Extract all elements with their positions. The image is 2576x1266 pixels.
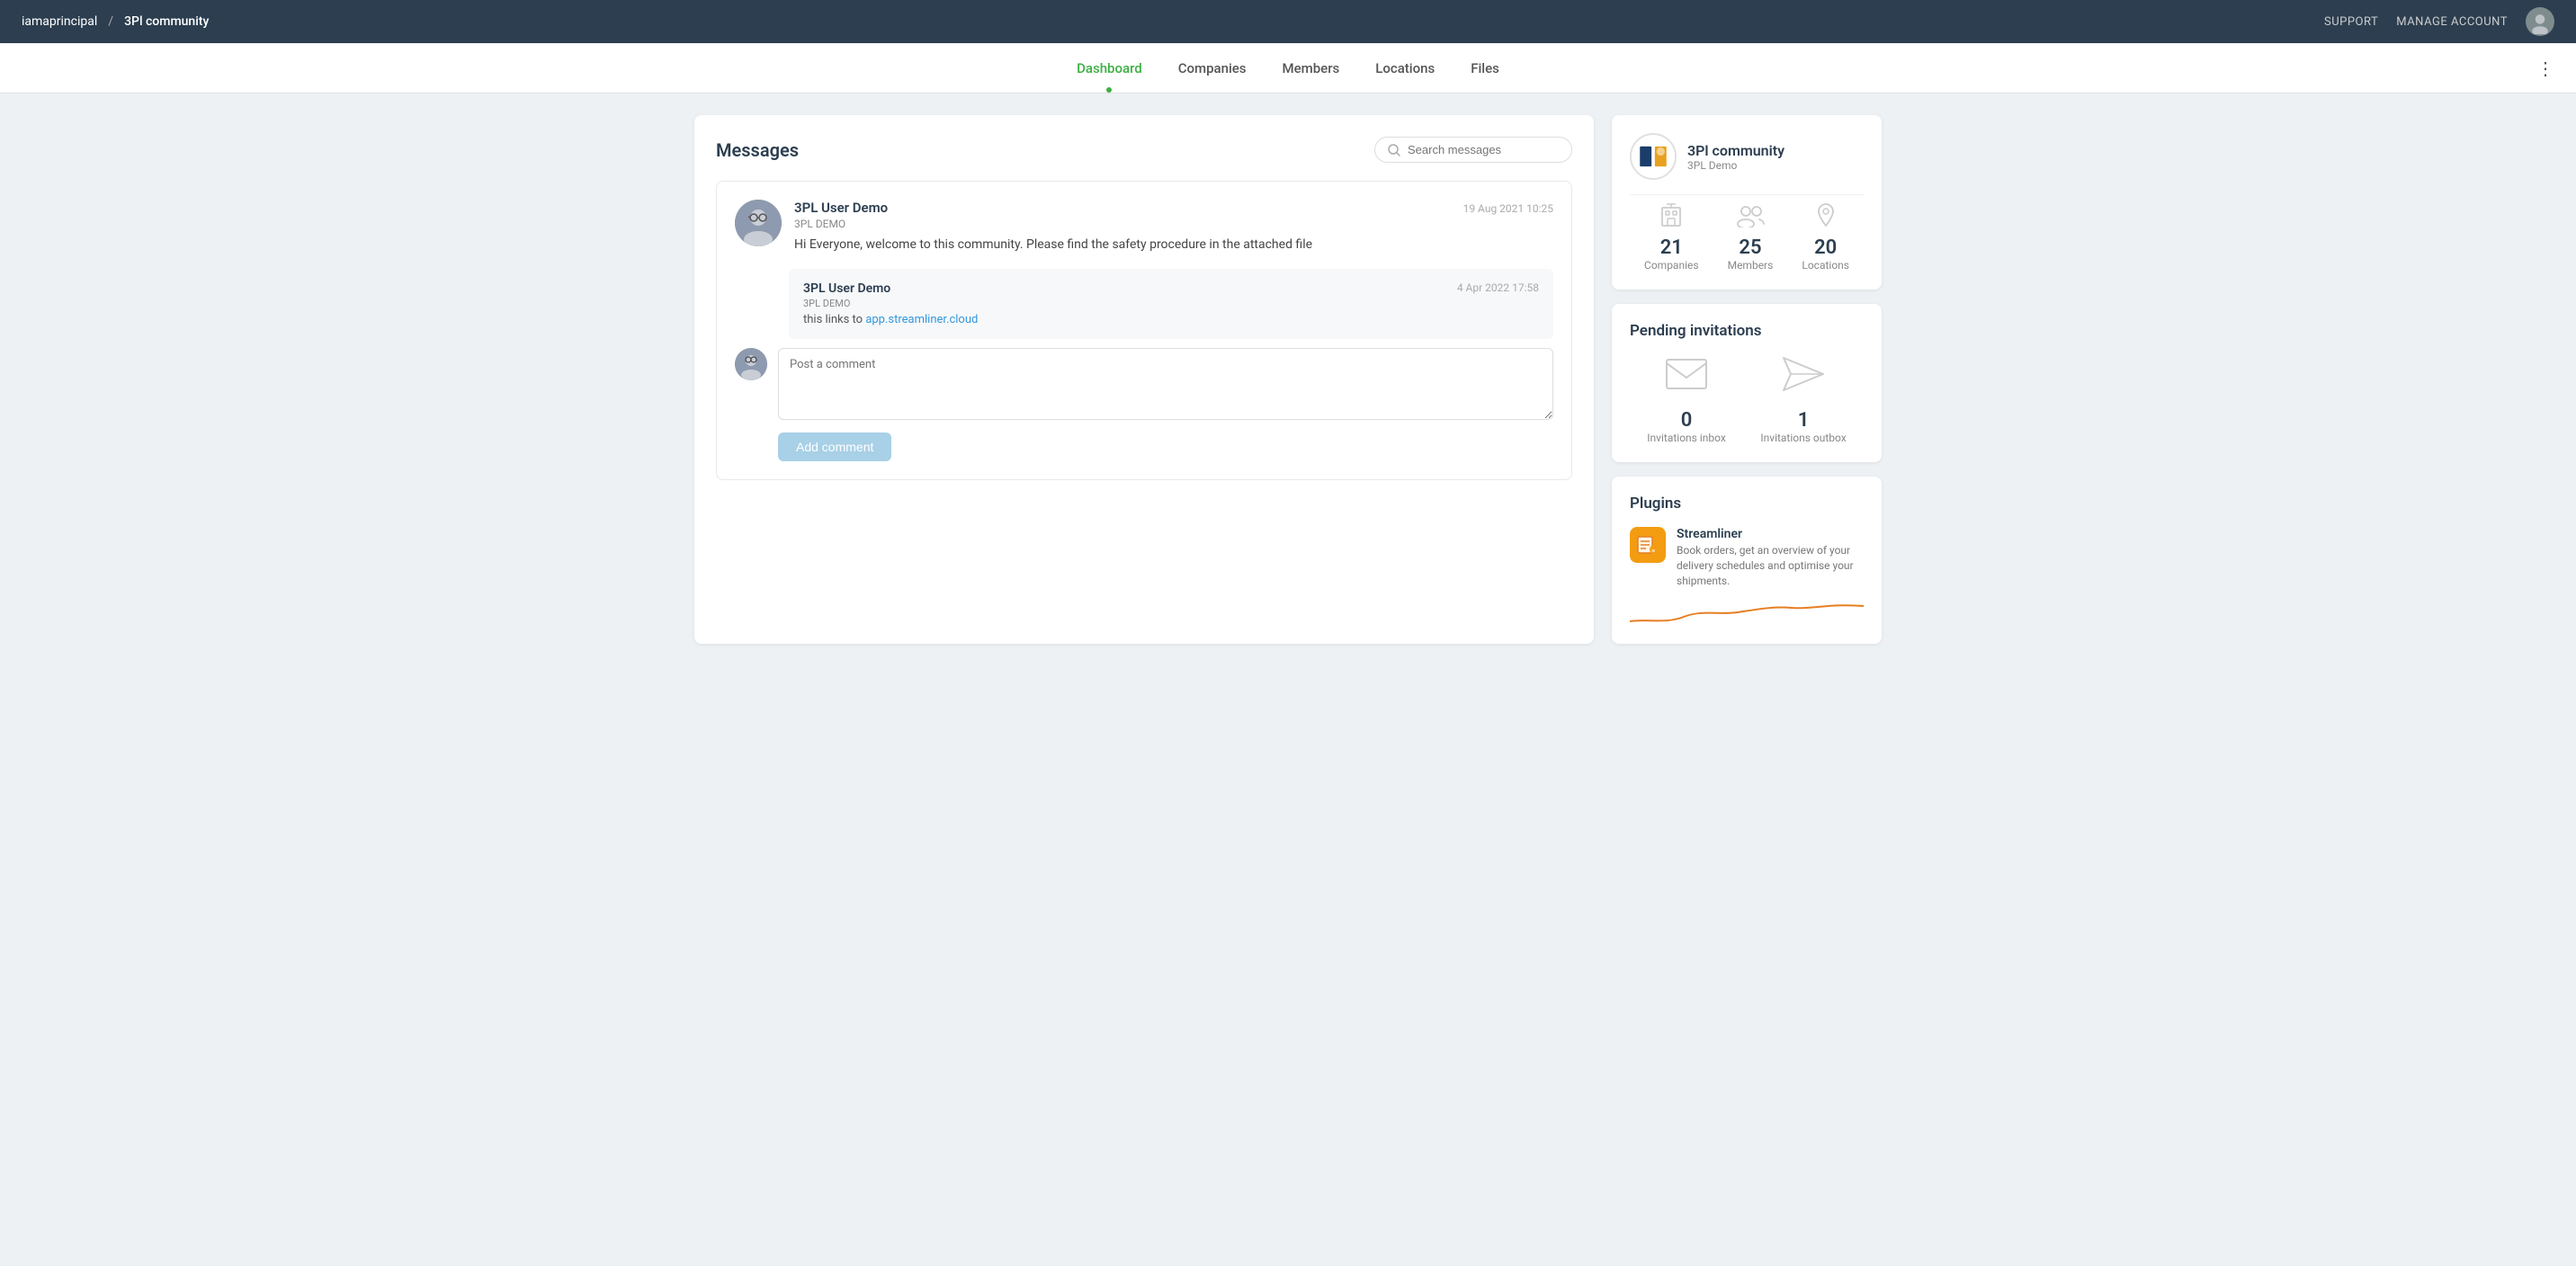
- manage-account-link[interactable]: MANAGE ACCOUNT: [2396, 15, 2508, 29]
- nav-item-files[interactable]: Files: [1471, 46, 1499, 91]
- reply-timestamp: 4 Apr 2022 17:58: [1457, 281, 1539, 296]
- companies-count: 21: [1644, 236, 1699, 259]
- reply-company: 3PL DEMO: [803, 298, 1539, 309]
- message-timestamp: 19 Aug 2021 10:25: [1463, 202, 1553, 215]
- right-sidebar: 3Pl community 3PL Demo: [1612, 115, 1882, 644]
- more-menu-button[interactable]: ⋮: [2536, 58, 2554, 79]
- commenter-avatar: [735, 348, 767, 380]
- reply-author-name: 3PL User Demo: [803, 281, 890, 296]
- plugin-description: Book orders, get an overview of your del…: [1677, 543, 1864, 588]
- plugins-card: Plugins ≡ Streamliner Book orders,: [1612, 477, 1882, 644]
- stat-companies: 21 Companies: [1644, 202, 1699, 272]
- locations-icon: [1802, 202, 1849, 233]
- reply-link[interactable]: app.streamliner.cloud: [865, 313, 978, 326]
- stat-locations: 20 Locations: [1802, 202, 1849, 272]
- community-logo: [1630, 133, 1677, 180]
- message-thread: 3PL User Demo 19 Aug 2021 10:25 3PL DEMO…: [716, 181, 1572, 480]
- add-comment-button[interactable]: Add comment: [778, 432, 891, 461]
- comment-textarea[interactable]: [778, 348, 1553, 420]
- inbox-label: Invitations inbox: [1647, 432, 1726, 444]
- inbox-icon: [1647, 354, 1726, 402]
- message-meta: 3PL User Demo 19 Aug 2021 10:25: [794, 200, 1553, 216]
- search-box[interactable]: [1374, 137, 1572, 163]
- invitations-row: 0 Invitations inbox 1 Invitations outbox: [1630, 354, 1864, 444]
- community-name-text: 3Pl community: [1687, 142, 1784, 159]
- locations-label: Locations: [1802, 259, 1849, 272]
- topbar-right: SUPPORT MANAGE ACCOUNT: [2324, 7, 2554, 36]
- members-count: 25: [1728, 236, 1774, 259]
- companies-icon: [1644, 202, 1699, 233]
- members-icon: [1728, 202, 1774, 233]
- message-author-name: 3PL User Demo: [794, 200, 888, 216]
- reply-meta: 3PL User Demo 4 Apr 2022 17:58: [803, 281, 1539, 296]
- pending-invitations-card: Pending invitations 0 Invitations inbox: [1612, 304, 1882, 462]
- search-icon: [1388, 144, 1400, 156]
- outbox-label: Invitations outbox: [1760, 432, 1846, 444]
- pending-invitations-title: Pending invitations: [1630, 322, 1864, 340]
- nav-item-dashboard[interactable]: Dashboard: [1077, 46, 1142, 91]
- plugins-title: Plugins: [1630, 495, 1864, 513]
- members-label: Members: [1728, 259, 1774, 272]
- nav-items: Dashboard Companies Members Locations Fi…: [1077, 46, 1499, 91]
- streamliner-icon: ≡: [1630, 527, 1666, 563]
- nav-item-companies[interactable]: Companies: [1178, 46, 1247, 91]
- topbar: iamaprincipal / 3Pl community SUPPORT MA…: [0, 0, 2576, 43]
- stat-members: 25 Members: [1728, 202, 1774, 272]
- community-name-topbar[interactable]: 3Pl community: [124, 14, 209, 29]
- plugin-name: Streamliner: [1677, 527, 1864, 541]
- page-content: Messages: [658, 94, 1918, 665]
- main-nav: Dashboard Companies Members Locations Fi…: [0, 43, 2576, 94]
- outbox-count: 1: [1760, 409, 1846, 432]
- nav-item-members[interactable]: Members: [1283, 46, 1340, 91]
- messages-panel: Messages: [694, 115, 1594, 644]
- invitations-inbox: 0 Invitations inbox: [1647, 354, 1726, 444]
- stats-row: 21 Companies 25 Members: [1630, 194, 1864, 272]
- community-header: 3Pl community 3PL Demo: [1630, 133, 1864, 180]
- community-info: 3Pl community 3PL Demo: [1687, 142, 1784, 172]
- message-item-main: 3PL User Demo 19 Aug 2021 10:25 3PL DEMO…: [735, 200, 1553, 254]
- messages-title: Messages: [716, 139, 799, 161]
- plugin-info: Streamliner Book orders, get an overview…: [1677, 527, 1864, 588]
- invitations-outbox: 1 Invitations outbox: [1760, 354, 1846, 444]
- outbox-icon: [1760, 354, 1846, 402]
- reply-item: 3PL User Demo 4 Apr 2022 17:58 3PL DEMO …: [789, 269, 1553, 339]
- nav-item-locations[interactable]: Locations: [1375, 46, 1435, 91]
- support-link[interactable]: SUPPORT: [2324, 15, 2378, 29]
- message-author-avatar: [735, 200, 782, 246]
- locations-count: 20: [1802, 236, 1849, 259]
- comment-input-wrap: Add comment: [778, 348, 1553, 461]
- plugin-streamliner: ≡ Streamliner Book orders, get an overvi…: [1630, 527, 1864, 588]
- message-body: 3PL User Demo 19 Aug 2021 10:25 3PL DEMO…: [794, 200, 1553, 254]
- breadcrumb-separator: /: [108, 14, 113, 29]
- reply-text: this links to app.streamliner.cloud: [803, 313, 1539, 326]
- topbar-left: iamaprincipal / 3Pl community: [22, 14, 209, 29]
- companies-label: Companies: [1644, 259, 1699, 272]
- user-avatar[interactable]: [2526, 7, 2554, 36]
- username-label[interactable]: iamaprincipal: [22, 14, 97, 29]
- inbox-count: 0: [1647, 409, 1726, 432]
- comment-section: Add comment: [735, 348, 1553, 461]
- community-card: 3Pl community 3PL Demo: [1612, 115, 1882, 290]
- search-input[interactable]: [1408, 143, 1559, 156]
- message-text: Hi Everyone, welcome to this community. …: [794, 236, 1553, 254]
- svg-text:≡: ≡: [1651, 548, 1655, 555]
- message-company: 3PL DEMO: [794, 218, 1553, 230]
- community-sub: 3PL Demo: [1687, 159, 1784, 172]
- messages-header: Messages: [716, 137, 1572, 163]
- plugin-chart: [1630, 599, 1864, 626]
